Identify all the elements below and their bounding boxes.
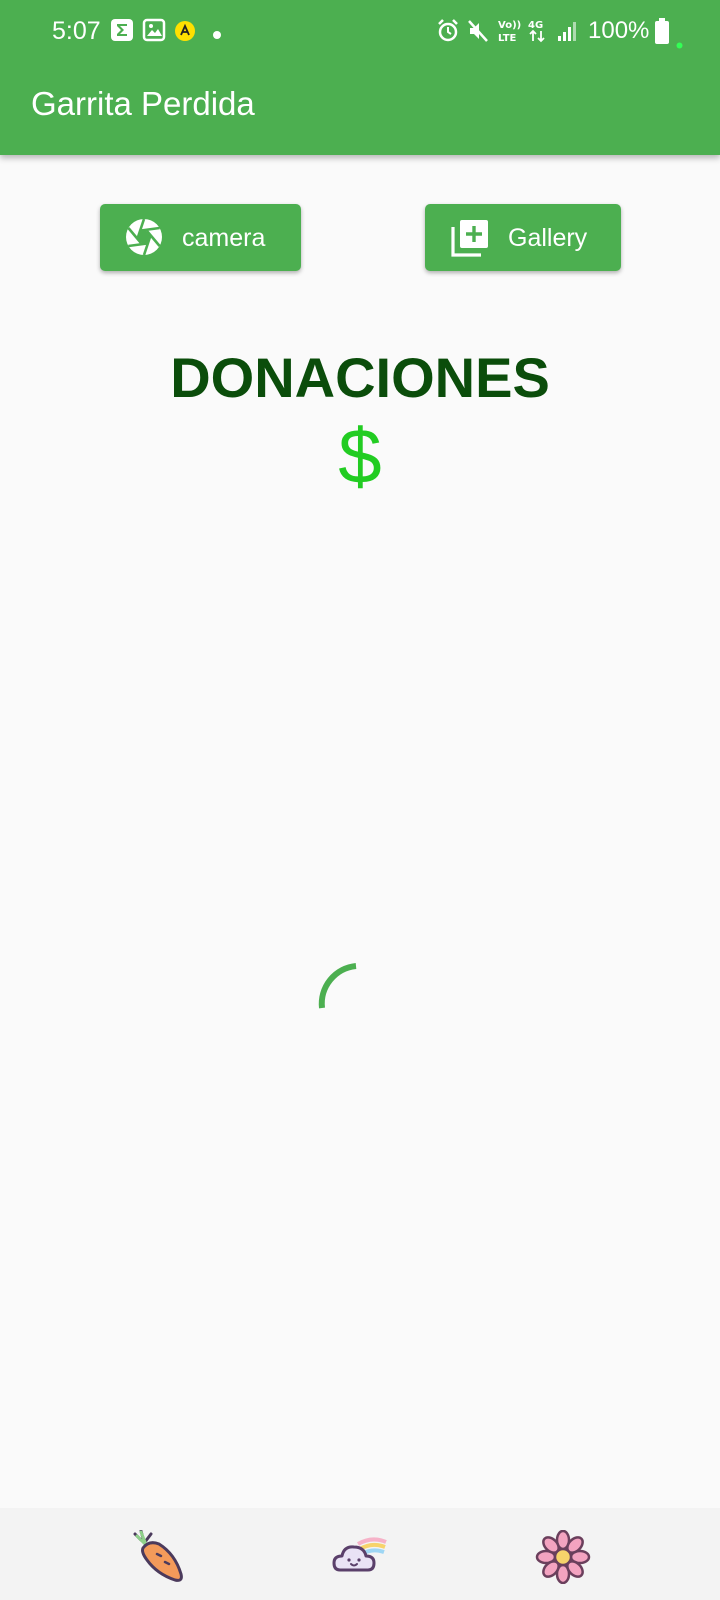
camera-shutter-icon <box>125 218 163 263</box>
dollar-sign-icon: $ <box>338 412 382 500</box>
network-4g-icon: 4G <box>527 17 549 50</box>
privacy-indicator-dot-icon <box>676 36 683 54</box>
battery-icon <box>655 18 669 49</box>
loading-spinner <box>318 962 402 1051</box>
sigma-notification-icon <box>110 18 134 47</box>
image-notification-icon <box>142 18 166 47</box>
flower-icon <box>535 1529 591 1588</box>
cloud-rainbow-icon <box>332 1537 388 1588</box>
status-bar: 5:07 Vo)) LTE 4G 100% <box>0 0 720 62</box>
nav-carrot[interactable] <box>131 1529 187 1584</box>
add-photo-library-icon <box>450 218 490 265</box>
app-title: Garrita Perdida <box>31 85 255 122</box>
mute-icon <box>466 18 490 49</box>
gallery-button[interactable]: Gallery <box>425 204 621 271</box>
nav-cloud-rainbow[interactable] <box>332 1530 388 1584</box>
bottom-navigation <box>0 1508 720 1600</box>
nav-flower[interactable] <box>535 1529 591 1585</box>
camera-button[interactable]: camera <box>100 204 301 271</box>
donations-heading: DONACIONES <box>170 346 550 409</box>
carrot-icon <box>131 1529 187 1588</box>
svg-text:Vo)): Vo)) <box>498 20 521 31</box>
svg-text:LTE: LTE <box>498 33 517 44</box>
battery-percent: 100% <box>588 17 650 44</box>
gallery-button-label: Gallery <box>508 224 588 252</box>
camera-button-label: camera <box>182 224 266 252</box>
alarm-icon <box>436 18 460 49</box>
svg-text:4G: 4G <box>528 20 543 31</box>
status-time: 5:07 <box>52 17 101 45</box>
app-bar: 5:07 Vo)) LTE 4G 100% Garrita Perdida <box>0 0 720 155</box>
alert-a-notification-icon <box>174 20 196 47</box>
volte-icon: Vo)) LTE <box>496 17 524 50</box>
signal-icon <box>557 20 579 47</box>
more-notifications-dot-icon <box>212 27 222 45</box>
